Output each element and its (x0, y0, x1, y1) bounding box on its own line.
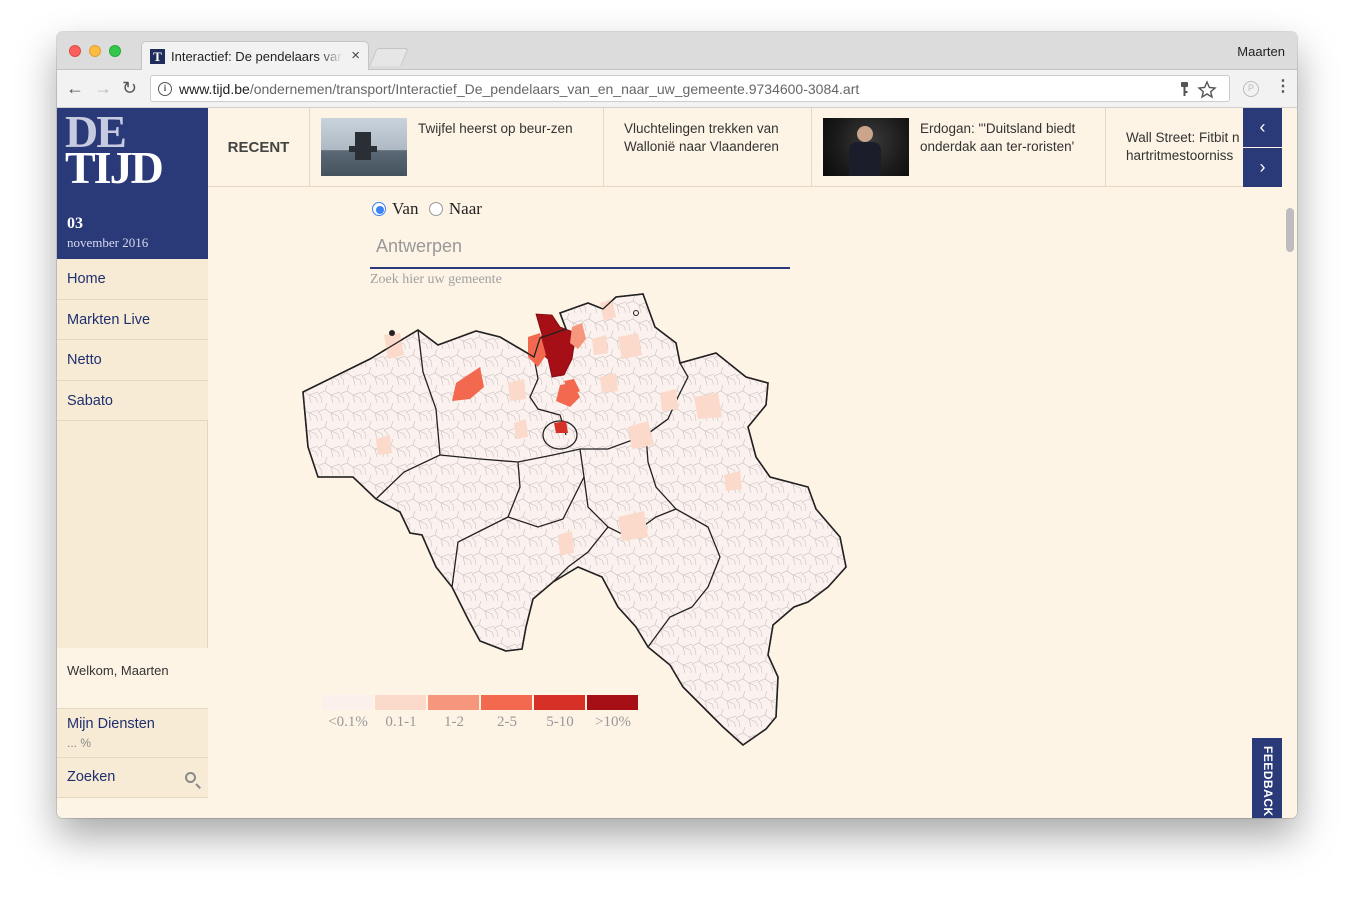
speaker-thumbnail (823, 118, 909, 176)
main-content: Van Naar Antwerpen Zoek hier uw gemeente (208, 187, 1282, 818)
date-month: november 2016 (67, 235, 149, 250)
chevron-right-icon[interactable]: › (1243, 148, 1282, 187)
info-icon[interactable]: i (158, 82, 172, 96)
sidebar: DE TIJD 03 november 2016 Home Markten Li… (57, 108, 208, 818)
map-landmass (302, 293, 847, 747)
sidebar-account: Welkom, Maarten Mijn Diensten ... % Zoek… (57, 648, 208, 818)
recent-article-title: Erdogan: "'Duitsland biedt onderdak aan … (920, 121, 1076, 154)
sidebar-item-netto[interactable]: Netto (57, 340, 208, 381)
search-icon (185, 772, 196, 783)
legend-swatch (587, 695, 638, 710)
extension-icon[interactable]: P (1243, 81, 1259, 97)
site-logo[interactable]: DE TIJD 03 november 2016 (57, 108, 208, 259)
mijn-diensten-link[interactable]: Mijn Diensten ... % (57, 708, 208, 758)
legend-label: 2-5 (497, 714, 517, 730)
legend-label: 0.1-1 (385, 714, 417, 730)
legend-label: >10% (595, 714, 631, 730)
legend-label: 1-2 (444, 714, 464, 730)
sidebar-nav: Home Markten Live Netto Sabato (57, 259, 208, 421)
browser-menu-icon[interactable]: ⋮ (1275, 78, 1291, 96)
close-window-button[interactable] (69, 45, 81, 57)
favicon-icon: T (150, 49, 165, 64)
legend-swatch (481, 695, 532, 710)
minimize-window-button[interactable] (89, 45, 101, 57)
enclave-marker (389, 330, 395, 336)
back-arrow-icon[interactable]: ← (66, 78, 84, 98)
legend-swatch (428, 695, 479, 710)
bookmark-star-icon[interactable] (1177, 79, 1221, 103)
address-bar[interactable]: i www.tijd.be/ondernemen/transport/Inter… (150, 75, 1230, 102)
forward-arrow-icon[interactable]: → (94, 78, 112, 98)
scrollbar-track[interactable] (1283, 187, 1297, 818)
url-path: /ondernemen/transport/Interactief_De_pen… (249, 81, 860, 97)
key-icon (1181, 82, 1188, 96)
sidebar-item-markten-live[interactable]: Markten Live (57, 299, 208, 340)
legend-swatch (375, 695, 426, 710)
url-host: www.tijd.be (179, 81, 250, 97)
recent-article-2[interactable]: Vluchtelingen trekken van Wallonië naar … (604, 108, 812, 187)
oil-rig-thumbnail (321, 118, 407, 176)
search-button[interactable]: Zoeken (57, 758, 208, 798)
new-tab-button[interactable] (369, 48, 409, 66)
tab-close-icon[interactable]: × (351, 47, 360, 65)
logo-text: DE TIJD (65, 109, 164, 193)
tab-active[interactable]: T Interactief: De pendelaars van en naar… (141, 41, 369, 71)
reload-icon[interactable]: ↻ (122, 78, 137, 98)
scrollbar-thumb[interactable] (1286, 208, 1294, 252)
tab-title: Interactief: De pendelaars van en naar u… (171, 49, 343, 64)
browser-window: T Interactief: De pendelaars van en naar… (57, 32, 1297, 818)
zoom-window-button[interactable] (109, 45, 121, 57)
legend-label: <0.1% (328, 714, 368, 730)
recent-article-title: Twijfel heerst op beur-zen (418, 121, 573, 136)
recent-article-3[interactable]: Erdogan: "'Duitsland biedt onderdak aan … (812, 108, 1106, 187)
recent-article-title: Vluchtelingen trekken van Wallonië naar … (624, 121, 779, 154)
legend-swatch (322, 695, 373, 710)
recent-article-1[interactable]: Twijfel heerst op beur-zen (310, 108, 604, 187)
logo-line-2: TIJD (65, 142, 164, 193)
chevron-left-icon[interactable]: ‹ (1243, 108, 1282, 147)
recent-label: RECENT (208, 108, 310, 187)
feedback-label: FEEDBACK (1261, 746, 1275, 817)
profile-name[interactable]: Maarten (1237, 44, 1285, 59)
tab-bar: T Interactief: De pendelaars van en naar… (57, 32, 1297, 71)
podium-shape (853, 162, 881, 176)
star-icon (1197, 80, 1217, 99)
sidebar-item-home[interactable]: Home (57, 259, 208, 300)
mijn-diensten-progress: ... % (67, 736, 92, 750)
date-day: 03 (67, 215, 83, 232)
legend-swatch (534, 695, 585, 710)
sidebar-item-sabato[interactable]: Sabato (57, 380, 208, 421)
url-text[interactable]: www.tijd.be/ondernemen/transport/Interac… (179, 81, 859, 97)
mijn-diensten-label: Mijn Diensten (67, 716, 155, 732)
feedback-button[interactable]: FEEDBACK (1252, 738, 1282, 818)
legend-label: 5-10 (546, 714, 574, 730)
browser-toolbar: ← → ↻ i www.tijd.be/ondernemen/transport… (57, 70, 1297, 108)
welcome-text: Welkom, Maarten (67, 663, 169, 678)
recent-articles-bar: RECENT Twijfel heerst op beur-zen Vlucht… (208, 108, 1282, 187)
search-label: Zoeken (67, 769, 116, 785)
